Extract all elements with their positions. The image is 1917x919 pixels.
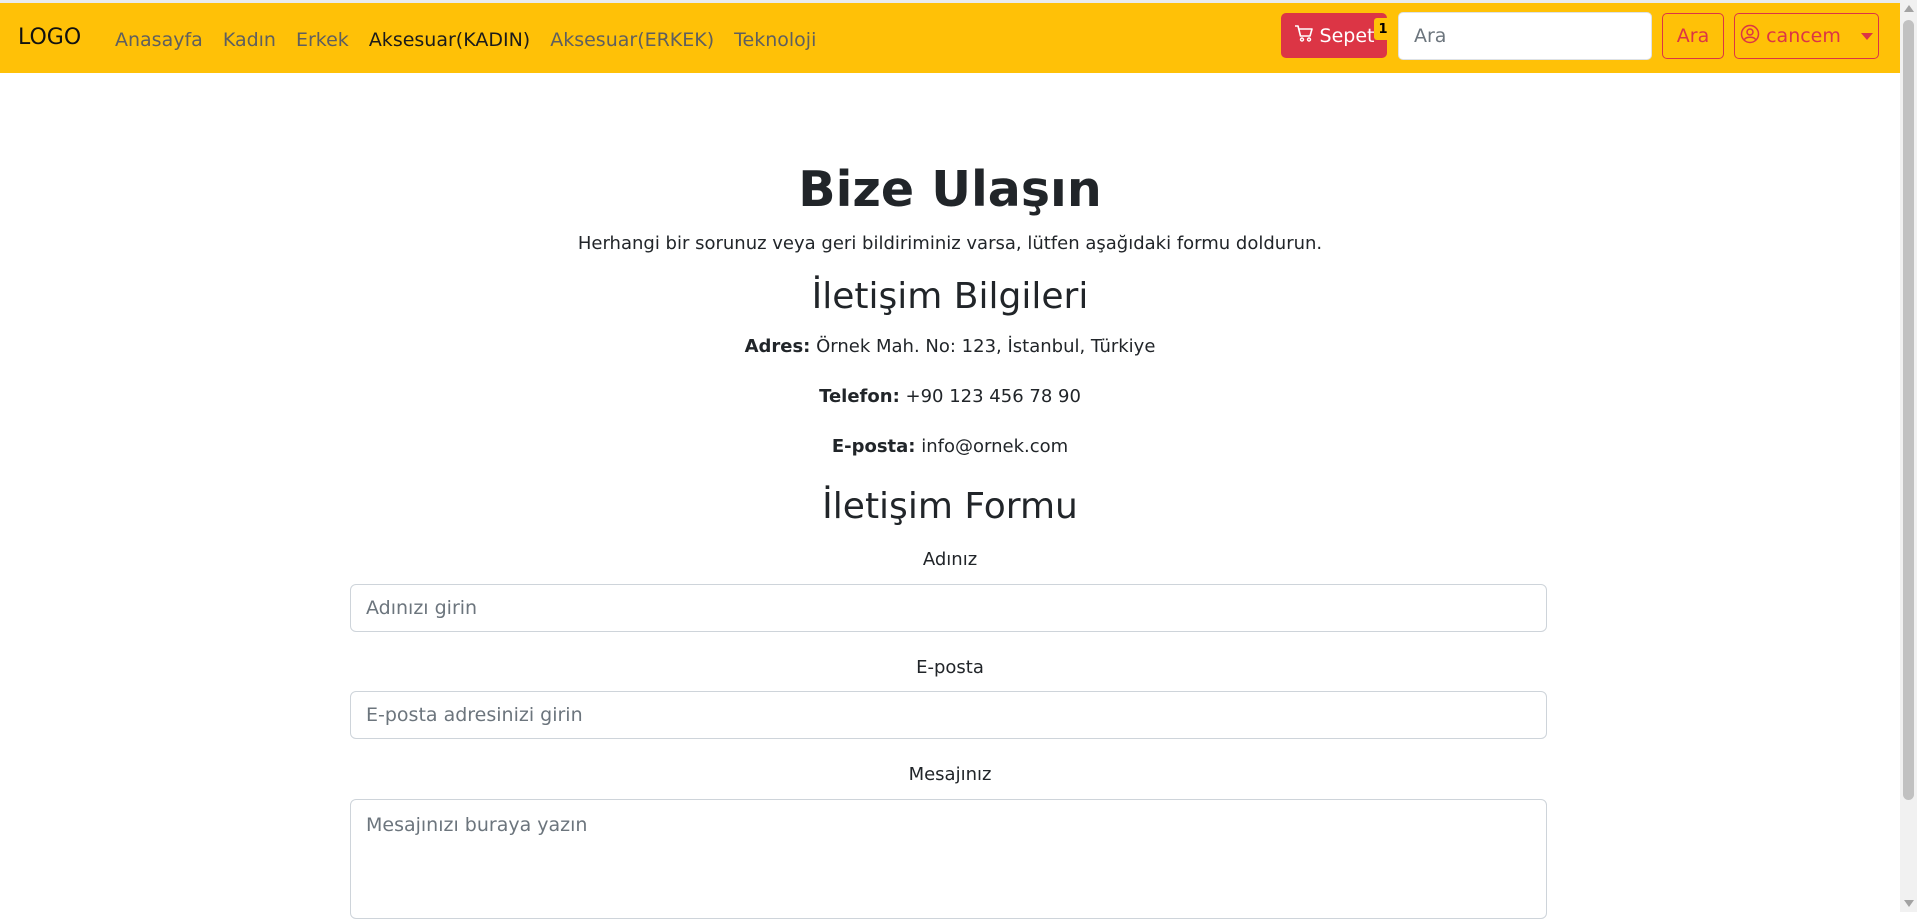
page-title: Bize Ulaşın [798, 161, 1102, 218]
nav-links: Anasayfa Kadın Erkek Aksesuar(KADIN) Aks… [115, 29, 836, 51]
phone-value: +90 123 456 78 90 [905, 386, 1081, 407]
scrollbar-thumb[interactable] [1903, 20, 1914, 800]
nav-link-kadin[interactable]: Kadın [223, 29, 276, 51]
search-input[interactable] [1398, 12, 1652, 60]
name-input[interactable] [350, 584, 1547, 632]
address-label: Adres: [744, 336, 811, 357]
email-value: info@ornek.com [921, 436, 1069, 457]
message-label: Mesajınız [908, 764, 992, 785]
email-label: E-posta: [831, 436, 916, 457]
email-line: E-posta: info@ornek.com [0, 436, 1900, 457]
contact-info-heading: İletişim Bilgileri [811, 276, 1089, 317]
nav-link-erkek[interactable]: Erkek [296, 29, 349, 51]
cart-count-badge: 1 [1374, 18, 1392, 40]
scroll-up-arrow-icon[interactable] [1904, 5, 1914, 12]
user-circle-icon [1740, 24, 1760, 49]
cart-button[interactable]: Sepet [1281, 13, 1387, 58]
page-lead: Herhangi bir sorunuz veya geri bildirimi… [577, 233, 1323, 254]
nav-link-teknoloji[interactable]: Teknoloji [734, 29, 816, 51]
contact-form-heading: İletişim Formu [822, 486, 1078, 527]
navbar: LOGO Anasayfa Kadın Erkek Aksesuar(KADIN… [0, 3, 1900, 73]
address-line: Adres: Örnek Mah. No: 123, İstanbul, Tür… [0, 336, 1900, 357]
address-value: Örnek Mah. No: 123, İstanbul, Türkiye [816, 336, 1156, 357]
phone-label: Telefon: [819, 386, 900, 407]
scroll-down-arrow-icon[interactable] [1904, 900, 1914, 907]
phone-line: Telefon: +90 123 456 78 90 [0, 386, 1900, 407]
email-input[interactable] [350, 691, 1547, 739]
search-button[interactable]: Ara [1662, 13, 1724, 59]
nav-link-anasayfa[interactable]: Anasayfa [115, 29, 203, 51]
brand-logo[interactable]: LOGO [18, 25, 81, 50]
nav-link-aksesuar-kadin[interactable]: Aksesuar(KADIN) [369, 29, 530, 51]
nav-link-aksesuar-erkek[interactable]: Aksesuar(ERKEK) [550, 29, 714, 51]
user-name: cancem [1766, 25, 1841, 47]
user-menu-button[interactable]: cancem [1734, 13, 1879, 59]
message-textarea[interactable] [350, 799, 1547, 919]
cart-icon [1294, 24, 1314, 47]
email-field-label: E-posta [916, 657, 984, 678]
name-label: Adınız [922, 549, 978, 570]
cart-label: Sepet [1319, 24, 1375, 47]
chevron-down-icon [1860, 32, 1873, 40]
